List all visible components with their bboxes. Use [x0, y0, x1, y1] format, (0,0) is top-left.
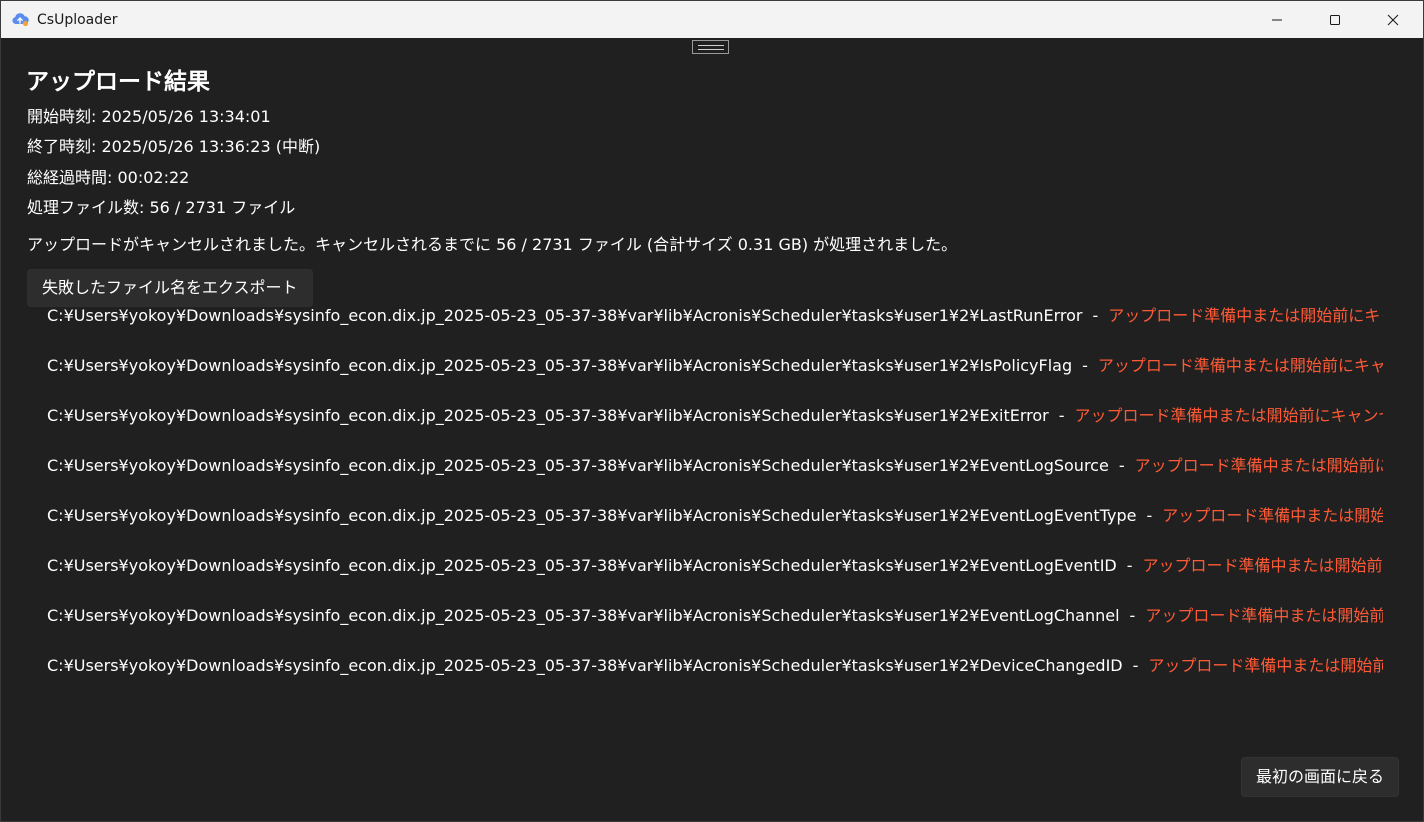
error-status: アップロード準備中または開始前にキャンセルされました [1108, 306, 1383, 325]
error-status: アップロード準備中または開始前にキャンセルされました [1074, 406, 1383, 425]
elapsed-time-text: 総経過時間: 00:02:22 [27, 168, 190, 187]
file-path: C:¥Users¥yokoy¥Downloads¥sysinfo_econ.di… [47, 306, 1083, 325]
list-item[interactable]: C:¥Users¥yokoy¥Downloads¥sysinfo_econ.di… [47, 651, 1383, 681]
list-item[interactable]: C:¥Users¥yokoy¥Downloads¥sysinfo_econ.di… [47, 451, 1383, 481]
list-item[interactable]: C:¥Users¥yokoy¥Downloads¥sysinfo_econ.di… [47, 351, 1383, 381]
maximize-button[interactable] [1306, 1, 1364, 38]
separator: - [1058, 406, 1065, 425]
file-path: C:¥Users¥yokoy¥Downloads¥sysinfo_econ.di… [47, 656, 1123, 675]
list-item[interactable]: C:¥Users¥yokoy¥Downloads¥sysinfo_econ.di… [47, 551, 1383, 581]
separator: - [1092, 306, 1099, 325]
window-title: CsUploader [37, 12, 118, 28]
list-item[interactable]: C:¥Users¥yokoy¥Downloads¥sysinfo_econ.di… [47, 601, 1383, 631]
end-time-text: 終了時刻: 2025/05/26 13:36:23 (中断) [27, 137, 321, 156]
app-window: CsUploader アップロード結果 開始時刻: 2025/05/26 13:… [0, 0, 1424, 822]
error-status: アップロード準備中または開始前にキャンセルされました [1134, 456, 1383, 475]
title-bar[interactable]: CsUploader [1, 1, 1423, 38]
minimize-button[interactable] [1248, 1, 1306, 38]
file-path: C:¥Users¥yokoy¥Downloads¥sysinfo_econ.di… [47, 456, 1109, 475]
list-item[interactable]: C:¥Users¥yokoy¥Downloads¥sysinfo_econ.di… [47, 501, 1383, 531]
minimize-icon [1272, 19, 1282, 20]
back-to-start-button[interactable]: 最初の画面に戻る [1241, 757, 1399, 797]
error-status: アップロード準備中または開始前にキャンセルされました [1148, 656, 1383, 675]
resize-grip-handle[interactable] [692, 40, 729, 54]
error-status: アップロード準備中または開始前にキャンセルされました [1142, 556, 1383, 575]
cancel-message: アップロードがキャンセルされました。キャンセルされるまでに 56 / 2731 … [27, 235, 958, 254]
file-path: C:¥Users¥yokoy¥Downloads¥sysinfo_econ.di… [47, 356, 1073, 375]
error-status: アップロード準備中または開始前にキャンセルされました [1097, 356, 1383, 375]
cloud-upload-icon [12, 13, 29, 27]
close-button[interactable] [1364, 1, 1422, 38]
start-time-text: 開始時刻: 2025/05/26 13:34:01 [27, 107, 271, 126]
list-item[interactable]: C:¥Users¥yokoy¥Downloads¥sysinfo_econ.di… [47, 301, 1383, 331]
failed-file-list[interactable]: C:¥Users¥yokoy¥Downloads¥sysinfo_econ.di… [47, 301, 1383, 691]
file-path: C:¥Users¥yokoy¥Downloads¥sysinfo_econ.di… [47, 406, 1049, 425]
separator: - [1082, 356, 1088, 375]
separator: - [1146, 506, 1153, 525]
error-status: アップロード準備中または開始前にキャンセルされました [1145, 606, 1383, 625]
maximize-icon [1330, 14, 1340, 25]
file-path: C:¥Users¥yokoy¥Downloads¥sysinfo_econ.di… [47, 556, 1117, 575]
file-path: C:¥Users¥yokoy¥Downloads¥sysinfo_econ.di… [47, 506, 1137, 525]
separator: - [1129, 606, 1136, 625]
error-status: アップロード準備中または開始前にキャンセルされました [1162, 506, 1383, 525]
close-icon [1387, 14, 1399, 25]
processed-count-text: 処理ファイル数: 56 / 2731 ファイル [27, 198, 296, 217]
file-path: C:¥Users¥yokoy¥Downloads¥sysinfo_econ.di… [47, 606, 1120, 625]
page-title: アップロード結果 [26, 69, 210, 95]
separator: - [1126, 556, 1133, 575]
list-item[interactable]: C:¥Users¥yokoy¥Downloads¥sysinfo_econ.di… [47, 401, 1383, 431]
separator: - [1118, 456, 1125, 475]
separator: - [1132, 656, 1139, 675]
